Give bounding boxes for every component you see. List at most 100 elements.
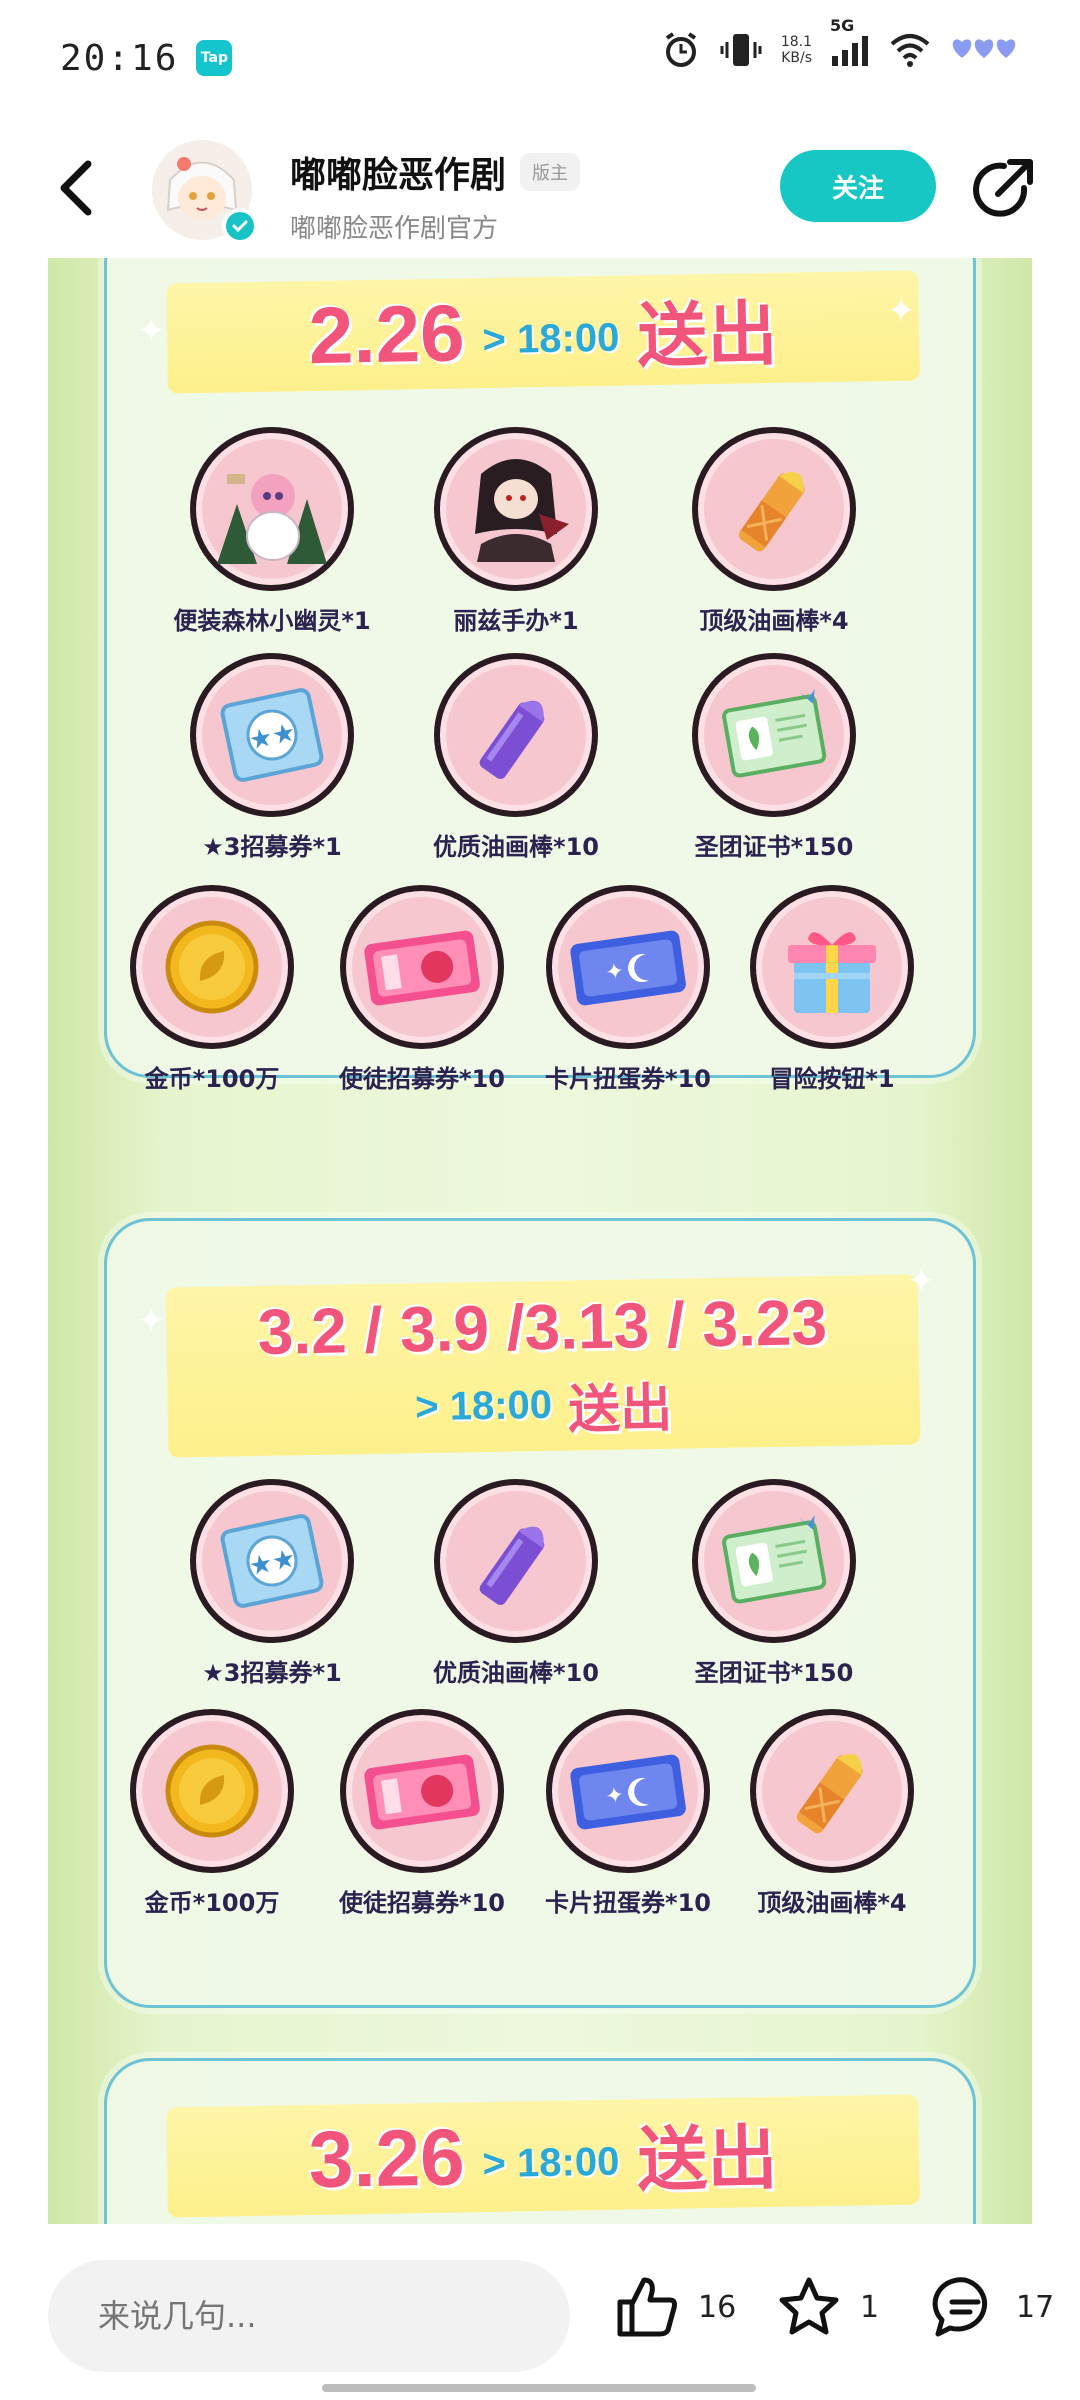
reward-panel-2: 3.2 / 3.9 /3.13 / 3.23 > 18:00 送出 ✦ ✦ ★★… — [104, 1218, 976, 2008]
like-count: 16 — [698, 2289, 737, 2325]
sparkle-icon: ✦ — [907, 1261, 936, 1301]
reward-label: 顶级油画棒*4 — [757, 1889, 907, 1917]
reward-label: 优质油画棒*10 — [433, 1659, 599, 1687]
back-arrow-icon — [60, 160, 92, 216]
reward-panel-3: 3.26 > 18:00 送出 — [104, 2058, 976, 2224]
banner-time: > 18:00 — [482, 2139, 620, 2186]
reward-item: 使徒招募券*10 — [307, 885, 537, 1094]
status-bar: 20:16 Tap 18.1 KB/s 5G — [0, 0, 1080, 116]
reward-label: 优质油画棒*10 — [433, 833, 599, 861]
author-name[interactable]: 嘟嘟脸恶作剧 — [290, 146, 506, 198]
comment-count: 17 — [1016, 2289, 1055, 2325]
reward-label: 便装森林小幽灵*1 — [173, 607, 371, 635]
star-ticket-icon: ★★ — [190, 653, 354, 817]
svg-text:✦: ✦ — [604, 959, 626, 986]
svg-text:✦: ✦ — [604, 1783, 626, 1810]
reward-item: ★★ ★3招募券*1 — [157, 653, 387, 862]
home-indicator[interactable] — [322, 2384, 756, 2392]
purple-crayon-icon — [434, 1479, 598, 1643]
status-icons: 18.1 KB/s 5G — [661, 16, 1020, 70]
comment-button[interactable]: 17 — [932, 2274, 1054, 2340]
back-button[interactable] — [56, 158, 106, 218]
gold-crayon-icon — [750, 1709, 914, 1873]
favorite-button[interactable]: 1 — [776, 2274, 879, 2340]
reward-item: 丽兹手办*1 — [401, 427, 631, 636]
reward-item: 优质油画棒*10 — [401, 653, 631, 862]
reward-label: 金币*100万 — [144, 1889, 280, 1917]
blue-ticket-icon: ✦ — [546, 885, 710, 1049]
reward-item: ✦ 卡片扭蛋券*10 — [513, 1709, 743, 1918]
verified-badge-icon — [222, 208, 258, 244]
reward-label: ★3招募券*1 — [202, 1659, 342, 1687]
gold-crayon-icon — [692, 427, 856, 591]
reward-label: 卡片扭蛋券*10 — [545, 1065, 711, 1093]
reward-label: 使徒招募券*10 — [339, 1889, 505, 1917]
net-speed-value: 18.1 — [780, 34, 812, 50]
like-button[interactable]: 16 — [614, 2274, 736, 2340]
thumbs-up-icon — [617, 2277, 677, 2337]
reward-label: 丽兹手办*1 — [453, 607, 579, 635]
pink-ticket-icon — [340, 1709, 504, 1873]
figure-ghost-icon — [190, 427, 354, 591]
banner-time: > 18:00 — [414, 1382, 553, 1429]
date-banner-2: 3.2 / 3.9 /3.13 / 3.23 > 18:00 送出 — [165, 1274, 921, 1458]
reward-label: 使徒招募券*10 — [339, 1065, 505, 1093]
certificate-icon — [692, 1479, 856, 1643]
status-time: 20:16 — [60, 37, 179, 79]
reward-panel-1: 2.26 > 18:00 送出 ✦ ✦ 便装森林小幽灵*1 丽兹手办*1 顶级油… — [104, 258, 976, 1093]
reward-item: 金币*100万 — [97, 885, 327, 1094]
network-type: 5G — [830, 16, 855, 35]
gold-coin-icon — [130, 885, 294, 1049]
author-avatar[interactable] — [152, 140, 258, 244]
battery-hearts-icon — [950, 30, 1020, 70]
banner-dates: 3.2 / 3.9 /3.13 / 3.23 — [257, 1285, 828, 1368]
net-speed-unit: KB/s — [781, 50, 812, 66]
reward-item: 便装森林小幽灵*1 — [157, 427, 387, 636]
banner-date: 3.26 — [308, 2112, 466, 2205]
reward-item: 圣团证书*150 — [659, 653, 889, 862]
reward-label: 冒险按钮*1 — [769, 1065, 895, 1093]
moderator-tag: 版主 — [520, 153, 581, 191]
reward-item: 圣团证书*150 — [659, 1479, 889, 1688]
alarm-icon — [661, 30, 701, 70]
banner-send: 送出 — [567, 1378, 673, 1441]
star-icon — [779, 2277, 839, 2335]
reward-item: 金币*100万 — [97, 1709, 327, 1918]
banner-date: 2.26 — [308, 288, 466, 381]
date-banner-1: 2.26 > 18:00 送出 — [166, 270, 920, 394]
sparkle-icon: ✦ — [137, 1301, 166, 1341]
reward-label: 卡片扭蛋券*10 — [545, 1889, 711, 1917]
banner-send: 送出 — [636, 2116, 779, 2201]
reward-label: 顶级油画棒*4 — [699, 607, 849, 635]
certificate-icon — [692, 653, 856, 817]
reward-item: 顶级油画棒*4 — [659, 427, 889, 636]
follow-button[interactable]: 关注 — [780, 150, 936, 222]
banner-send: 送出 — [636, 292, 779, 377]
comment-bubble-icon — [932, 2277, 988, 2337]
sparkle-icon: ✦ — [887, 291, 916, 331]
purple-crayon-icon — [434, 653, 598, 817]
reward-label: ★3招募券*1 — [202, 833, 342, 861]
gold-coin-icon — [130, 1709, 294, 1873]
sparkle-icon: ✦ — [137, 311, 166, 351]
author-info: 嘟嘟脸恶作剧 版主 嘟嘟脸恶作剧官方 — [290, 146, 581, 245]
author-subtitle: 嘟嘟脸恶作剧官方 — [290, 214, 499, 244]
comment-input[interactable] — [48, 2260, 570, 2372]
bottom-action-bar: 16 1 17 — [0, 2224, 1080, 2400]
cellular-signal-icon: 5G — [830, 16, 870, 70]
tap-app-icon: Tap — [196, 40, 233, 76]
date-banner-3: 3.26 > 18:00 送出 — [166, 2094, 920, 2218]
reward-item: 使徒招募券*10 — [307, 1709, 537, 1918]
wifi-icon — [888, 30, 932, 70]
post-image[interactable]: 2.26 > 18:00 送出 ✦ ✦ 便装森林小幽灵*1 丽兹手办*1 顶级油… — [48, 258, 1032, 2224]
reward-item: 顶级油画棒*4 — [717, 1709, 947, 1918]
star-ticket-icon: ★★ — [190, 1479, 354, 1643]
pink-ticket-icon — [340, 885, 504, 1049]
net-speed: 18.1 KB/s — [781, 34, 812, 66]
reward-item: 优质油画棒*10 — [401, 1479, 631, 1688]
reward-item: 冒险按钮*1 — [717, 885, 947, 1094]
share-button[interactable] — [968, 154, 1038, 224]
reward-item: ★★ ★3招募券*1 — [157, 1479, 387, 1688]
favorite-count: 1 — [860, 2289, 880, 2325]
share-icon — [973, 159, 1033, 217]
